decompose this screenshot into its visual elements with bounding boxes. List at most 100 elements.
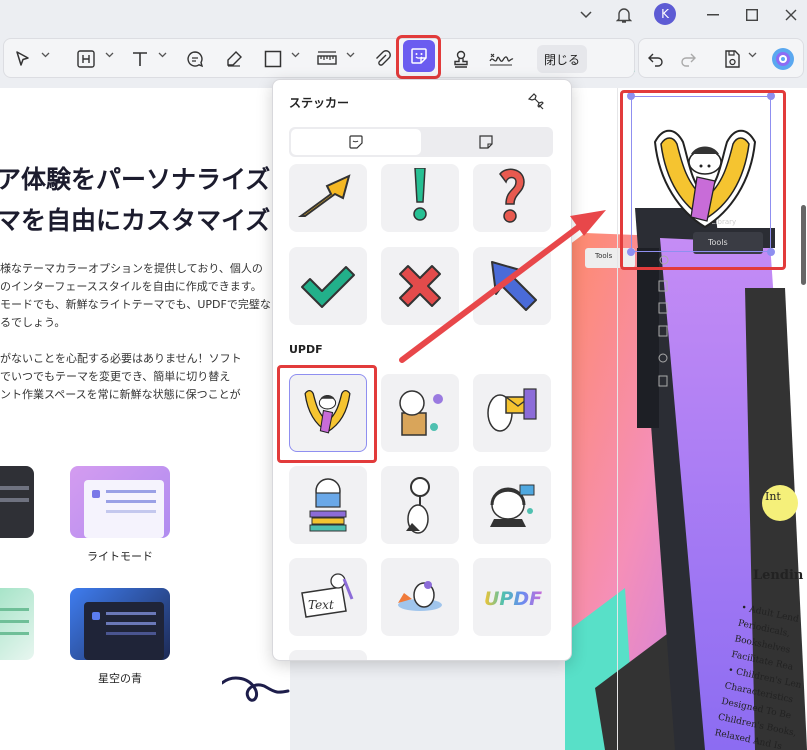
- theme-thumbnail: [70, 588, 170, 660]
- exclamation-green-sticker: [413, 168, 427, 221]
- theme-label: ード: [0, 548, 34, 564]
- paragraph: 様なテーマカラーオプションを提供しており、個人の のインターフェーススタイルを自…: [0, 260, 271, 332]
- tab-notes[interactable]: [421, 129, 551, 155]
- paragraph-line: ント作業スペースを常に新鮮な状態に保つことが: [0, 388, 241, 401]
- signature-icon[interactable]: [488, 47, 516, 71]
- select-tool-icon[interactable]: [14, 47, 32, 71]
- paragraph-line: のインターフェーススタイルを自由に作成できます。: [0, 280, 262, 293]
- text-tool-icon[interactable]: [130, 47, 150, 71]
- page-heading: ア体験をパーソナライズ: [0, 165, 271, 194]
- sticker-tile[interactable]: [381, 374, 459, 452]
- page-heading: マを自由にカスタマイズ: [0, 206, 271, 235]
- sticker-tile[interactable]: [289, 247, 367, 325]
- sticker-tile[interactable]: UPDF: [473, 558, 551, 636]
- secondary-toolbar: [638, 38, 804, 78]
- scrollbar-thumb[interactable]: [801, 205, 806, 285]
- paragraph: がないことを心配する必要はありません！ソフト でいつでもテーマを変更でき、簡単に…: [0, 350, 242, 404]
- chevron-down-icon[interactable]: [41, 52, 50, 58]
- sticker-tile[interactable]: [473, 466, 551, 544]
- maximize-icon[interactable]: [742, 5, 762, 25]
- tools-tab-label: Tools: [595, 252, 613, 260]
- decorative-swirl: [222, 676, 290, 702]
- theme-thumbnail: [0, 588, 34, 660]
- paragraph-line: モードでも、新鮮なライトテーマでも、UPDFで完璧な: [0, 298, 271, 311]
- question-red-sticker: [499, 168, 525, 223]
- document-page-left: ア体験をパーソナライズ マを自由にカスタマイズ 様なテーマカラーオプションを提供…: [0, 88, 290, 750]
- tab-stickers[interactable]: [291, 129, 421, 155]
- sticker-tile[interactable]: [381, 247, 459, 325]
- sticker-tile[interactable]: [289, 164, 367, 232]
- ai-assistant-icon[interactable]: [771, 47, 795, 71]
- character-magnifier-sticker: [406, 477, 430, 534]
- chevron-down-icon[interactable]: [105, 52, 114, 58]
- paragraph-line: 様なテーマカラーオプションを提供しており、個人の: [0, 262, 263, 275]
- theme-thumbnail: [70, 466, 170, 538]
- bell-icon[interactable]: [614, 5, 634, 25]
- pin-icon[interactable]: [525, 90, 547, 112]
- theme-label: リーン: [0, 670, 34, 686]
- character-box-sticker: [399, 390, 443, 436]
- highlight-box: [620, 90, 786, 270]
- theme-label: 星空の青: [98, 672, 142, 685]
- updf-logo-sticker: UPDF: [484, 588, 542, 610]
- sticker-tile[interactable]: [289, 650, 367, 660]
- main-toolbar: 閉じる: [3, 38, 635, 78]
- sticker-tile[interactable]: [473, 164, 551, 232]
- title-bar: K: [0, 0, 807, 30]
- sticker-tile[interactable]: [381, 466, 459, 544]
- sticker-text: UPDF: [484, 588, 542, 610]
- rectangle-tool-icon[interactable]: [264, 47, 282, 71]
- minimize-icon[interactable]: [703, 5, 723, 25]
- comment-tool-icon[interactable]: [185, 47, 205, 71]
- close-window-icon[interactable]: [781, 5, 801, 25]
- theme-thumbnail: [0, 466, 34, 538]
- character-rocket-sticker: [398, 581, 442, 611]
- heading-tool-icon[interactable]: [76, 47, 96, 71]
- character-text-sticker: Text: [301, 573, 354, 618]
- panel-title: ステッカー: [289, 96, 350, 110]
- paragraph-line: るでしょう。: [0, 316, 66, 329]
- check-green-sticker: [301, 266, 355, 308]
- highlight-box: [277, 365, 377, 463]
- theme-card-green[interactable]: リーン: [0, 588, 34, 708]
- chevron-down-icon[interactable]: [158, 52, 167, 58]
- arrow-yellow-sticker: [297, 174, 351, 217]
- arrow-blue-sticker: [491, 261, 537, 311]
- sticker-tile[interactable]: [381, 164, 459, 232]
- note-icon: [479, 135, 493, 149]
- character-mail-sticker: [487, 388, 537, 432]
- chevron-down-icon[interactable]: [748, 52, 757, 58]
- avatar[interactable]: K: [654, 3, 676, 25]
- theme-card-starry-blue[interactable]: 星空の青: [70, 588, 170, 708]
- intro-badge: [762, 485, 798, 521]
- paperclip-icon[interactable]: [372, 47, 392, 71]
- paragraph-line: がないことを心配する必要はありません！ソフト: [0, 352, 242, 365]
- sticker-tile[interactable]: [473, 374, 551, 452]
- sticker-text: Text: [308, 598, 334, 612]
- save-icon[interactable]: [723, 47, 741, 71]
- close-button[interactable]: 閉じる: [537, 45, 587, 73]
- lending-title: Lendin: [753, 568, 804, 583]
- redo-icon[interactable]: [679, 47, 697, 71]
- highlighter-tool-icon[interactable]: [224, 47, 244, 71]
- section-label: UPDF: [289, 343, 323, 356]
- paragraph-line: でいつでもテーマを変更でき、簡単に切り替え: [0, 370, 231, 383]
- chevron-down-icon[interactable]: [291, 52, 300, 58]
- x-red-sticker: [399, 265, 441, 307]
- theme-label: ライトモード: [87, 550, 153, 563]
- sticker-tile[interactable]: Text: [289, 558, 367, 636]
- measure-tool-icon[interactable]: [316, 47, 338, 71]
- character-books-sticker: [309, 478, 347, 532]
- sticker-tabs: [289, 127, 553, 157]
- theme-card-dark[interactable]: ード: [0, 466, 34, 586]
- sticker-tile[interactable]: [381, 558, 459, 636]
- sticker-tile[interactable]: [289, 466, 367, 544]
- intro-text: Int: [765, 490, 781, 503]
- theme-card-light[interactable]: ライトモード: [70, 466, 170, 586]
- chevron-down-icon[interactable]: [576, 5, 596, 25]
- stamp-icon[interactable]: [451, 47, 471, 71]
- chevron-down-icon[interactable]: [346, 52, 355, 58]
- undo-icon[interactable]: [647, 47, 665, 71]
- sticker-tile[interactable]: [473, 247, 551, 325]
- sticker-icon: [349, 135, 363, 149]
